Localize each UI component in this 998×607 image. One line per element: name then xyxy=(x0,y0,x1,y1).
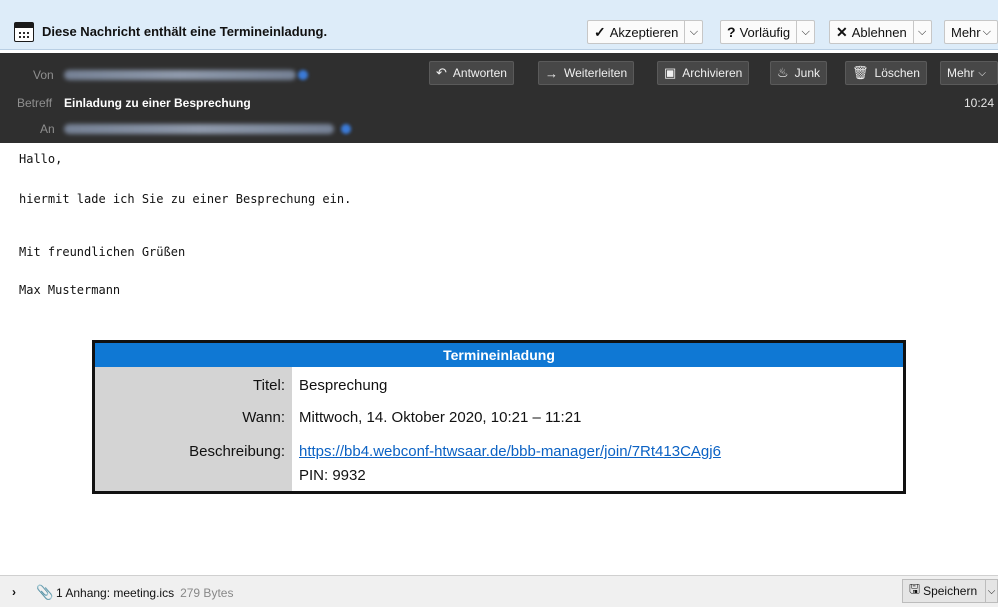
save-label: Speichern xyxy=(923,584,978,598)
subject-label: Betreff xyxy=(17,96,53,110)
subject-text: Einladung zu einer Besprechung xyxy=(64,96,251,110)
attachment-summary[interactable]: 1 Anhang: meeting.ics 279 Bytes xyxy=(56,586,233,600)
card-title-label: Titel: xyxy=(253,377,285,394)
card-title-value: Besprechung xyxy=(299,377,388,394)
card-pin: PIN: 9932 xyxy=(299,467,366,484)
save-icon: 🖫 xyxy=(909,581,921,596)
invite-more-button[interactable]: Mehr ⌵ xyxy=(944,20,998,44)
calendar-icon xyxy=(14,22,34,42)
reply-button[interactable]: ↶ Antworten xyxy=(429,61,514,85)
forward-icon: → xyxy=(545,65,558,81)
accept-label: Akzeptieren xyxy=(609,24,679,40)
card-when-label: Wann: xyxy=(242,409,285,426)
card-description-label: Beschreibung: xyxy=(189,443,285,460)
chevron-down-icon: ⌵ xyxy=(978,67,986,79)
from-contact-icon[interactable] xyxy=(298,70,308,80)
check-icon: ✓ xyxy=(594,23,606,40)
expand-attachments-chevron-icon[interactable]: › xyxy=(12,585,16,599)
attachment-name: 1 Anhang: meeting.ics xyxy=(56,586,175,600)
body-line: hiermit lade ich Sie zu einer Besprechun… xyxy=(19,192,352,206)
header-more-label: Mehr xyxy=(947,66,975,80)
x-icon: ✕ xyxy=(836,23,848,40)
archive-icon: ▣ xyxy=(664,65,677,80)
question-icon: ? xyxy=(727,24,736,40)
forward-button[interactable]: → Weiterleiten xyxy=(538,61,635,85)
tentative-label: Vorläufig xyxy=(739,24,791,40)
closing: Mit freundlichen Grüßen xyxy=(19,245,186,259)
junk-label: Junk xyxy=(794,66,821,80)
meeting-join-link[interactable]: https://bb4.webconf-htwsaar.de/bbb-manag… xyxy=(299,443,721,460)
signature: Max Mustermann xyxy=(19,283,121,297)
invite-more-label: Mehr xyxy=(951,24,981,40)
attachment-size: 279 Bytes xyxy=(180,586,234,600)
reply-label: Antworten xyxy=(452,66,507,80)
save-dropdown-chevron-icon[interactable]: ⌵ xyxy=(985,580,997,602)
tentative-button[interactable]: ? Vorläufig ⌵ xyxy=(720,20,816,44)
header-more-button[interactable]: Mehr ⌵ xyxy=(940,61,998,85)
delete-button[interactable]: 🗑 Löschen xyxy=(845,61,927,85)
junk-button[interactable]: ♨ Junk xyxy=(770,61,828,85)
accept-button[interactable]: ✓ Akzeptieren ⌵ xyxy=(587,20,704,44)
accept-dropdown-chevron-icon[interactable]: ⌵ xyxy=(684,21,702,43)
decline-dropdown-chevron-icon[interactable]: ⌵ xyxy=(912,21,931,43)
invitation-bar: Diese Nachricht enthält eine Termineinla… xyxy=(0,0,998,50)
from-address-blurred[interactable] xyxy=(64,70,296,80)
archive-label: Archivieren xyxy=(682,66,743,80)
to-contact-icon[interactable] xyxy=(341,124,351,134)
chevron-down-icon: ⌵ xyxy=(982,25,991,38)
junk-icon: ♨ xyxy=(777,65,789,80)
card-title: Termineinladung xyxy=(95,343,903,367)
tentative-dropdown-chevron-icon[interactable]: ⌵ xyxy=(796,21,814,43)
decline-button[interactable]: ✕ Ablehnen ⌵ xyxy=(829,20,932,44)
greeting: Hallo, xyxy=(19,152,63,166)
save-button[interactable]: 🖫 Speichern ⌵ xyxy=(902,579,998,603)
attachment-bar: › 📎 1 Anhang: meeting.ics 279 Bytes 🖫 Spe… xyxy=(0,575,998,607)
to-label: An xyxy=(40,122,55,136)
invitation-notice: Diese Nachricht enthält eine Termineinla… xyxy=(42,24,328,39)
forward-label: Weiterleiten xyxy=(564,66,628,80)
trash-icon: 🗑 xyxy=(852,65,869,80)
message-time: 10:24 xyxy=(963,96,994,110)
paperclip-icon: 📎 xyxy=(36,584,54,600)
card-when-value: Mittwoch, 14. Oktober 2020, 10:21 – 11:2… xyxy=(299,409,582,426)
delete-label: Löschen xyxy=(874,66,920,80)
archive-button[interactable]: ▣ Archivieren xyxy=(657,61,750,85)
to-address-blurred[interactable] xyxy=(64,124,334,134)
from-label: Von xyxy=(33,68,54,82)
reply-icon: ↶ xyxy=(436,65,447,80)
invitation-card: Termineinladung Titel: Besprechung Wann:… xyxy=(92,340,906,494)
decline-label: Ablehnen xyxy=(851,24,907,40)
